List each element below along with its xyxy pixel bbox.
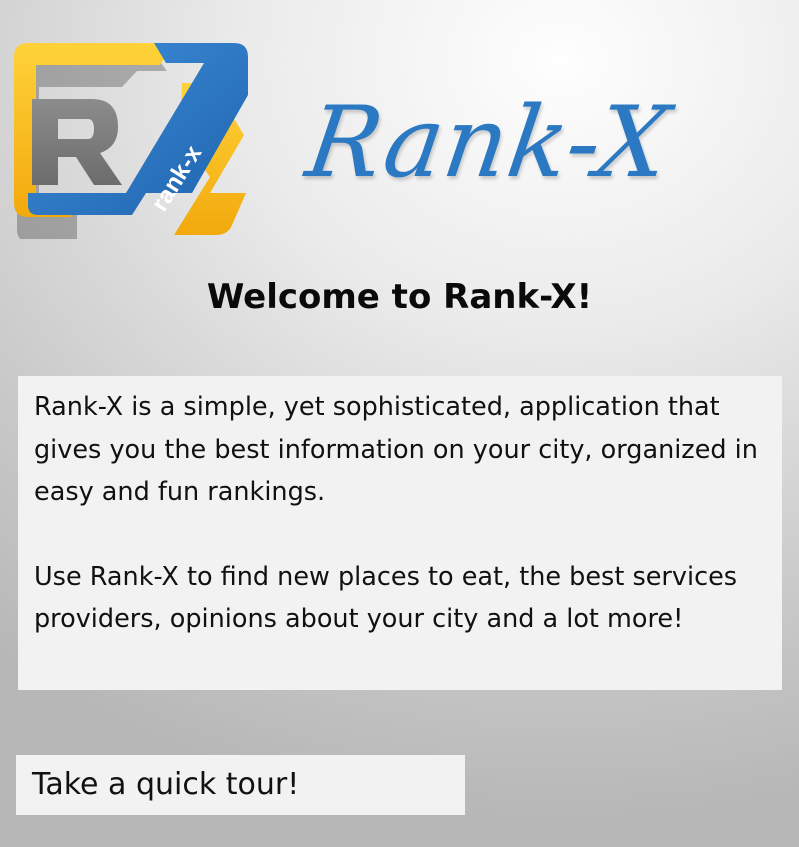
rank-x-logo-icon: rank-x — [14, 43, 248, 239]
take-tour-button[interactable]: Take a quick tour! — [16, 755, 465, 815]
brand-wordmark: Rank-X — [299, 86, 677, 200]
logo-gray-r — [32, 99, 122, 185]
intro-paragraph-2: Use Rank-X to find new places to eat, th… — [34, 561, 738, 635]
intro-paragraph-1: Rank-X is a simple, yet sophisticated, a… — [34, 392, 758, 507]
welcome-title: Welcome to Rank-X! — [206, 277, 593, 317]
intro-panel: Rank-X is a simple, yet sophisticated, a… — [18, 376, 782, 690]
